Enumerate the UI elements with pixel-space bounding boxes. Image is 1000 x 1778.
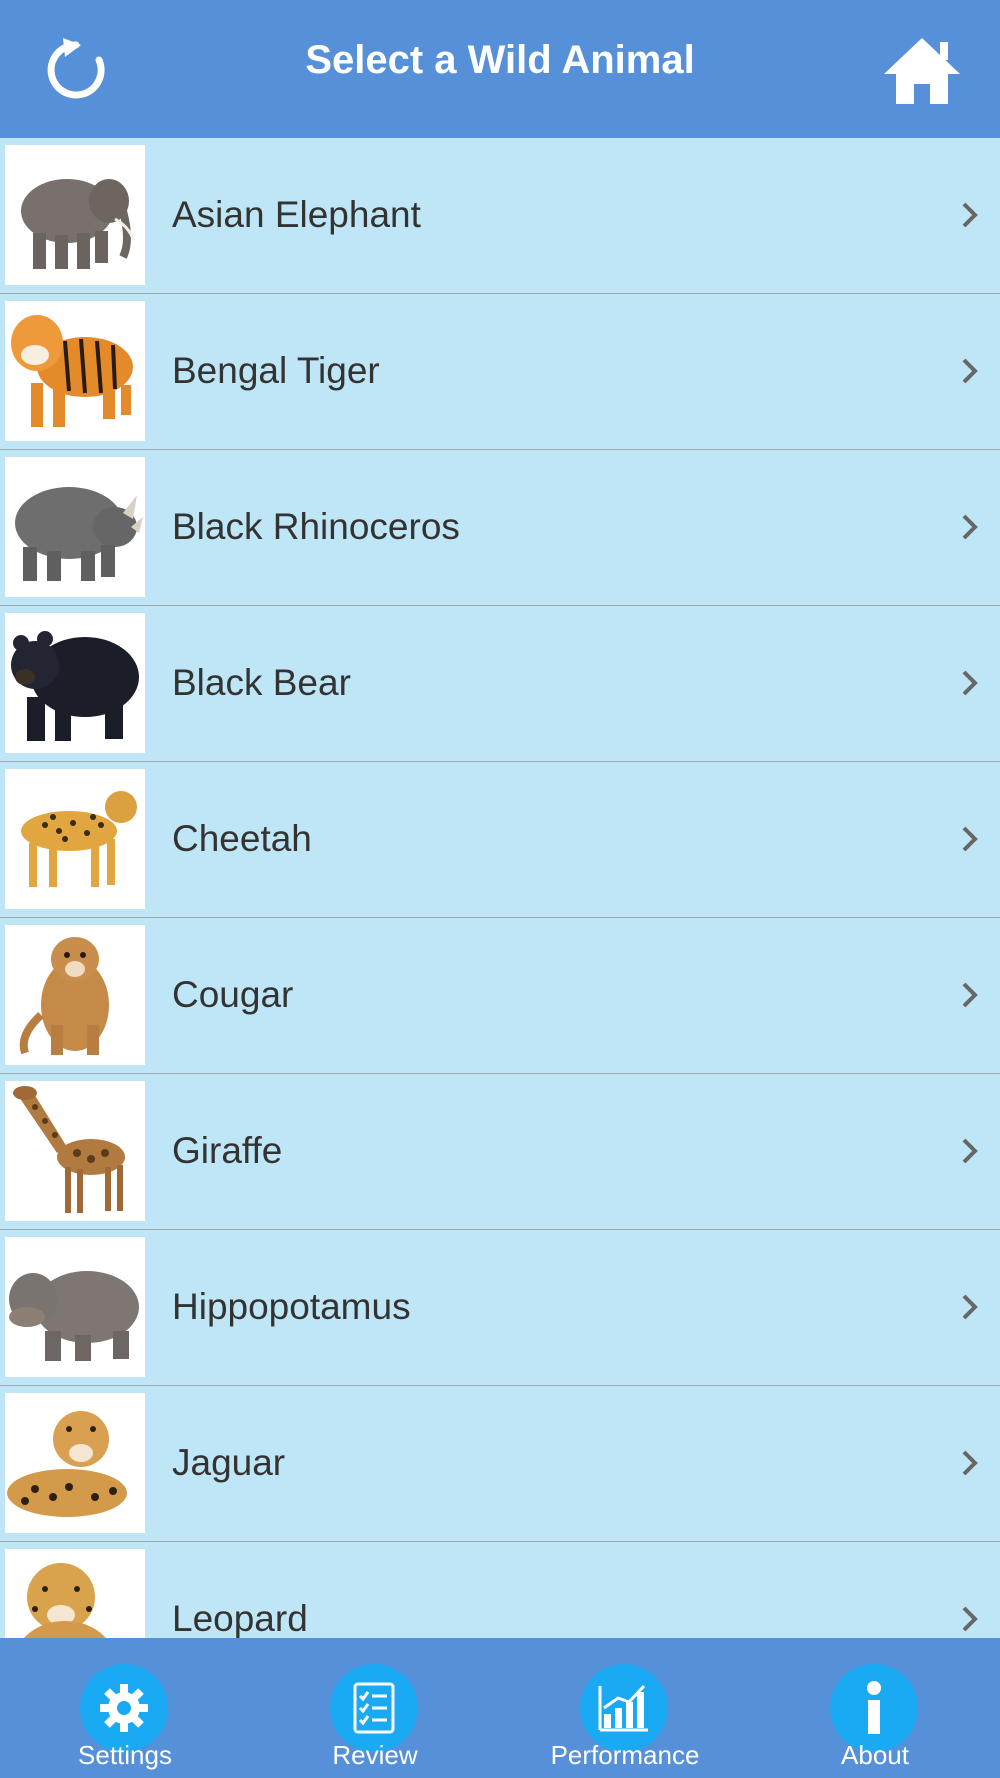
list-item-cheetah[interactable]: Cheetah (0, 762, 1000, 918)
list-item-bengal-tiger[interactable]: Bengal Tiger (0, 294, 1000, 450)
chevron-right-icon (962, 1294, 978, 1320)
chevron-right-icon (962, 1606, 978, 1632)
leopard-image (5, 1549, 145, 1638)
tab-about[interactable]: About (750, 1638, 1000, 1778)
list-item-jaguar[interactable]: Jaguar (0, 1386, 1000, 1542)
list-item-black-rhinoceros[interactable]: Black Rhinoceros (0, 450, 1000, 606)
cheetah-image (5, 769, 145, 909)
header-bar: Select a Wild Animal (0, 0, 1000, 138)
animal-list: Asian Elephant Bengal Tiger Black Rhinoc… (0, 138, 1000, 1638)
list-item-label: Giraffe (172, 1130, 283, 1171)
review-button[interactable] (330, 1664, 418, 1752)
list-item-leopard[interactable]: Leopard (0, 1542, 1000, 1638)
tab-bar: Settings Review Performance About (0, 1638, 1000, 1778)
info-icon (867, 1681, 881, 1734)
chevron-right-icon (962, 982, 978, 1008)
performance-button[interactable] (580, 1664, 668, 1752)
tab-settings[interactable]: Settings (0, 1638, 250, 1778)
list-item-giraffe[interactable]: Giraffe (0, 1074, 1000, 1230)
giraffe-image (5, 1081, 145, 1221)
about-button[interactable] (830, 1664, 918, 1752)
checklist-icon (353, 1682, 395, 1734)
list-item-label: Bengal Tiger (172, 350, 380, 391)
rhinoceros-image (5, 457, 145, 597)
list-item-label: Leopard (172, 1598, 308, 1638)
gear-icon (100, 1684, 148, 1732)
tab-label: About (841, 1740, 909, 1770)
list-item-label: Hippopotamus (172, 1286, 411, 1327)
list-item-label: Asian Elephant (172, 194, 421, 235)
chevron-right-icon (962, 514, 978, 540)
chevron-right-icon (962, 1138, 978, 1164)
chevron-right-icon (962, 1450, 978, 1476)
list-item-label: Cougar (172, 974, 294, 1015)
settings-button[interactable] (80, 1664, 168, 1752)
tab-review[interactable]: Review (250, 1638, 500, 1778)
bar-chart-icon (598, 1684, 648, 1732)
tab-label: Settings (78, 1740, 172, 1770)
elephant-image (5, 145, 145, 285)
bear-image (5, 613, 145, 753)
cougar-image (5, 925, 145, 1065)
chevron-right-icon (962, 670, 978, 696)
chevron-right-icon (962, 202, 978, 228)
home-button[interactable] (876, 24, 968, 116)
jaguar-image (5, 1393, 145, 1533)
tab-label: Performance (550, 1740, 700, 1770)
list-item-label: Black Rhinoceros (172, 506, 460, 547)
home-icon (884, 38, 960, 104)
list-item-label: Black Bear (172, 662, 351, 703)
list-item-cougar[interactable]: Cougar (0, 918, 1000, 1074)
hippopotamus-image (5, 1237, 145, 1377)
chevron-right-icon (962, 826, 978, 852)
list-item-hippopotamus[interactable]: Hippopotamus (0, 1230, 1000, 1386)
page-title: Select a Wild Animal (305, 38, 695, 82)
list-item-black-bear[interactable]: Black Bear (0, 606, 1000, 762)
tiger-image (5, 301, 145, 441)
chevron-right-icon (962, 358, 978, 384)
list-item-label: Cheetah (172, 818, 312, 859)
tab-performance[interactable]: Performance (500, 1638, 750, 1778)
list-item-asian-elephant[interactable]: Asian Elephant (0, 138, 1000, 294)
list-item-label: Jaguar (172, 1442, 286, 1483)
tab-label: Review (332, 1740, 418, 1770)
